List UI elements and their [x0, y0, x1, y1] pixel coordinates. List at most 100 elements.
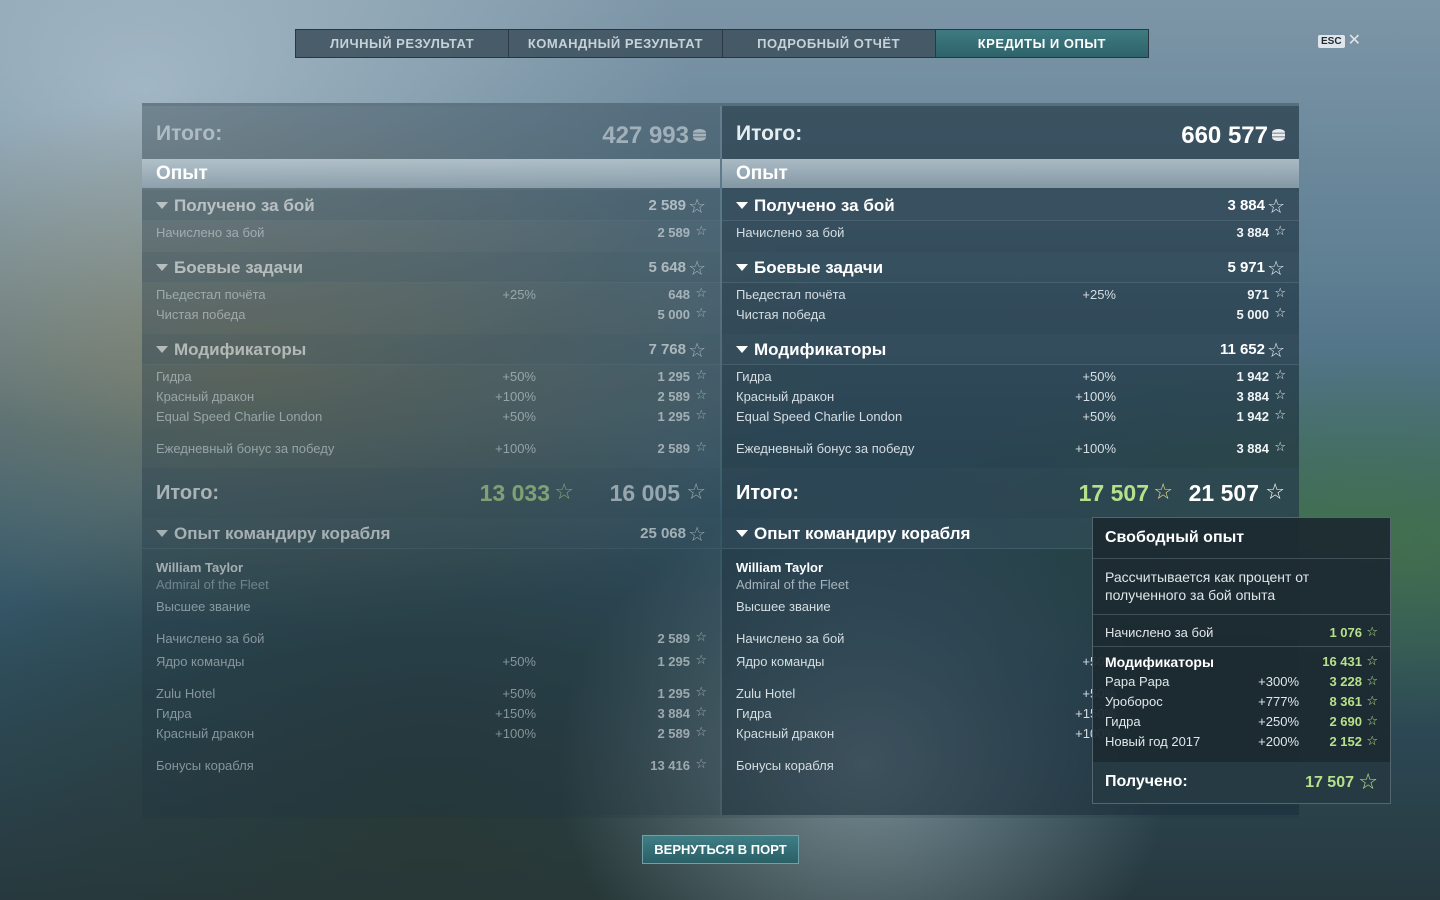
list-item: Начислено за бой 2 589 ☆	[142, 223, 720, 243]
star-icon: ☆	[688, 524, 706, 546]
star-icon: ☆	[695, 652, 707, 667]
star-icon: ☆	[695, 439, 707, 454]
list-item: Новый год 2017 +200% 2 152 ☆	[1105, 733, 1378, 751]
tab-team-result[interactable]: КОМАНДНЫЙ РЕЗУЛЬТАТ	[509, 30, 723, 57]
esc-key-label: ESC	[1318, 34, 1345, 48]
item-label: Бонусы корабля	[156, 758, 254, 773]
list-item: Equal Speed Charlie London +50% 1 295 ☆	[142, 407, 720, 427]
group-value: 11 652	[1219, 341, 1265, 358]
list-item: Пьедестал почёта +25% 971 ☆	[722, 285, 1299, 305]
group-combat-missions[interactable]: Боевые задачи 5 648 ☆	[142, 252, 720, 283]
item-value: 13 416	[650, 758, 690, 773]
section-xp-label: Опыт	[736, 163, 788, 184]
section-xp: Опыт	[142, 159, 720, 188]
item-value: 971	[1247, 287, 1269, 302]
group-label: Опыт командиру корабля	[174, 524, 391, 543]
item-label: Уроборос	[1105, 694, 1163, 709]
item-value: 1 295	[657, 409, 690, 424]
total-credits: 427 993	[602, 122, 706, 150]
list-item: Красный дракон +100% 2 589 ☆	[142, 724, 720, 744]
item-value: 1 942	[1236, 369, 1269, 384]
divider	[1093, 614, 1390, 615]
item-percent: +150%	[495, 706, 536, 721]
xp-total-premium: 21 507	[1188, 480, 1259, 506]
tooltip-footer-value: 17 507	[1305, 774, 1354, 791]
list-item: Красный дракон +100% 2 589 ☆	[142, 387, 720, 407]
xp-total-base: 13 033	[479, 480, 550, 506]
xp-total-base: 17 507	[1078, 480, 1149, 506]
item-label: Пьедестал почёта	[736, 287, 846, 302]
tooltip-earned-row: Начислено за бой 1 076 ☆	[1105, 624, 1378, 642]
item-label: Чистая победа	[156, 307, 246, 322]
group-modifiers[interactable]: Модификаторы 7 768 ☆	[142, 334, 720, 365]
item-percent: +50%	[1082, 369, 1116, 384]
xp-total-row: Итого: 17 507 ☆ 21 507 ☆	[722, 468, 1299, 518]
star-icon: ☆	[1274, 367, 1286, 382]
return-to-port-button[interactable]: ВЕРНУТЬСЯ В ПОРТ	[642, 835, 799, 864]
item-value: 3 884	[1236, 441, 1269, 456]
star-icon: ☆	[1267, 340, 1285, 362]
item-value: 2 589	[657, 441, 690, 456]
star-icon: ☆	[695, 305, 707, 320]
star-icon: ☆	[1267, 196, 1285, 218]
list-item-daily-bonus: Ежедневный бонус за победу +100% 2 589 ☆	[142, 439, 720, 459]
item-value: 1 295	[657, 654, 690, 669]
star-icon: ☆	[686, 479, 706, 504]
close-icon: ✕	[1347, 32, 1361, 49]
item-label: Papa Papa	[1105, 674, 1170, 689]
item-label: Начислено за бой	[736, 631, 845, 646]
star-icon: ☆	[554, 479, 574, 504]
item-value: 648	[668, 287, 690, 302]
commander-level: Высшее звание	[736, 599, 831, 614]
star-icon: ☆	[695, 407, 707, 422]
group-commander-xp[interactable]: Опыт командиру корабля 25 068 ☆	[142, 518, 720, 549]
list-item: Чистая победа 5 000 ☆	[142, 305, 720, 325]
tab-credits-and-xp[interactable]: КРЕДИТЫ И ОПЫТ	[935, 30, 1148, 57]
list-item: Papa Papa +300% 3 228 ☆	[1105, 673, 1378, 691]
divider	[1093, 558, 1390, 559]
star-icon: ☆	[1274, 387, 1286, 402]
item-label: Ядро команды	[736, 654, 825, 669]
star-icon: ☆	[1274, 439, 1286, 454]
star-icon: ☆	[1366, 733, 1378, 748]
item-label: Ежедневный бонус за победу	[736, 441, 915, 456]
esc-close-button[interactable]: ESC ✕	[1318, 32, 1361, 49]
item-value: 5 000	[1236, 307, 1269, 322]
chevron-down-icon	[736, 530, 748, 537]
tab-bar: ЛИЧНЫЙ РЕЗУЛЬТАТ КОМАНДНЫЙ РЕЗУЛЬТАТ ПОД…	[295, 29, 1149, 58]
item-percent: +100%	[495, 441, 536, 456]
star-icon: ☆	[1274, 223, 1286, 238]
list-item: Гидра +150% 3 884 ☆	[142, 704, 720, 724]
tooltip-title: Свободный опыт	[1105, 529, 1245, 546]
item-label: Начислено за бой	[156, 631, 265, 646]
item-percent: +50%	[1082, 409, 1116, 424]
chevron-down-icon	[736, 346, 748, 353]
star-icon: ☆	[1274, 285, 1286, 300]
item-value: 3 884	[1236, 225, 1269, 240]
tab-detailed-report[interactable]: ПОДРОБНЫЙ ОТЧЁТ	[723, 30, 936, 57]
star-icon: ☆	[695, 724, 707, 739]
tab-personal-result[interactable]: ЛИЧНЫЙ РЕЗУЛЬТАТ	[296, 30, 510, 57]
item-label: Equal Speed Charlie London	[156, 409, 323, 424]
star-icon: ☆	[1267, 258, 1285, 280]
group-combat-missions[interactable]: Боевые задачи 5 971 ☆	[722, 252, 1299, 283]
list-item: Гидра +50% 1 295 ☆	[142, 367, 720, 387]
credits-icon	[1272, 129, 1285, 141]
group-value: 7 768	[648, 341, 686, 358]
group-earned[interactable]: Получено за бой 3 884 ☆	[722, 190, 1299, 221]
group-modifiers[interactable]: Модификаторы 11 652 ☆	[722, 334, 1299, 365]
star-icon: ☆	[695, 387, 707, 402]
item-label: Начислено за бой	[736, 225, 845, 240]
group-label: Получено за бой	[174, 196, 315, 215]
total-row: Итого: 660 577	[722, 122, 1299, 152]
group-earned[interactable]: Получено за бой 2 589 ☆	[142, 190, 720, 221]
chevron-down-icon	[736, 264, 748, 271]
list-item: Ядро команды +50% 1 295 ☆	[142, 652, 720, 672]
item-value: 16 431	[1322, 654, 1362, 669]
total-credits-value: 660 577	[1181, 122, 1268, 149]
star-icon: ☆	[1153, 479, 1173, 504]
item-value: 2 589	[657, 631, 690, 646]
credits-icon	[693, 129, 706, 141]
item-label: Чистая победа	[736, 307, 826, 322]
item-percent: +50%	[502, 369, 536, 384]
